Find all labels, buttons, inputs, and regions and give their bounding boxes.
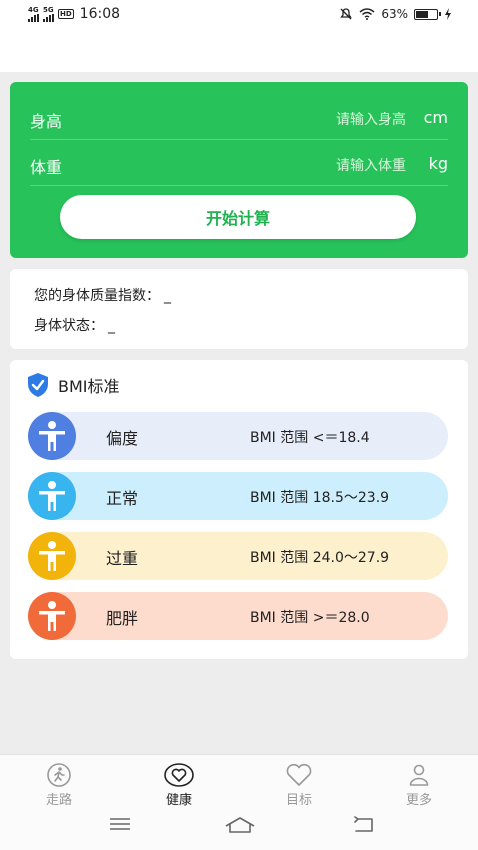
bmi-category-range: BMI 范围 18.5～23.9: [250, 490, 390, 506]
nav-item-walk[interactable]: 走路: [14, 763, 104, 808]
weight-label: 体重: [30, 158, 63, 177]
height-label: 身高: [30, 112, 63, 131]
bmi-category-range: BMI 范围 >＝28.0: [250, 610, 370, 626]
net-label-2: 5G: [43, 5, 54, 14]
wifi-icon: [359, 8, 375, 20]
input-card: 身高 cm 体重 kg 开始计算: [10, 82, 468, 258]
clock: 16:08: [79, 6, 121, 22]
body-status-line: 身体状态： _: [34, 315, 115, 335]
nav-item-more[interactable]: 更多: [374, 763, 464, 808]
status-left: 4G 5G HD 16:08: [28, 6, 120, 22]
body-status-value: _: [108, 318, 115, 334]
heart-circle-icon: [164, 763, 194, 787]
nav-item-health[interactable]: 健康: [134, 763, 224, 808]
bmi-category-range: BMI 范围 24.0～27.9: [250, 550, 390, 566]
bmi-standard-title: BMI标准: [26, 372, 120, 398]
net-label-1: 4G: [28, 5, 39, 14]
bmi-row-obese: 肥胖 BMI 范围 >＝28.0: [28, 592, 448, 640]
result-card: 您的身体质量指数： _ 身体状态： _: [10, 269, 468, 349]
bmi-category-name: 正常: [106, 489, 139, 508]
system-nav-bar: [0, 808, 478, 850]
nav-item-goal[interactable]: 目标: [254, 763, 344, 808]
mute-icon: [340, 8, 353, 20]
bmi-standard-title-text: BMI标准: [58, 377, 120, 396]
nav-label: 走路: [45, 793, 72, 808]
bmi-row-underweight: 偏度 BMI 范围 <＝18.4: [28, 412, 448, 460]
height-input[interactable]: [256, 112, 406, 128]
signal-bars-icon: [43, 13, 54, 22]
person-icon: [28, 592, 76, 640]
bmi-result-value: _: [164, 288, 171, 304]
bmi-result-line: 您的身体质量指数： _: [34, 285, 171, 305]
shield-check-icon: [28, 373, 48, 397]
person-icon: [28, 412, 76, 460]
status-right: 63%: [339, 7, 452, 21]
nav-label: 更多: [405, 793, 432, 808]
home-icon[interactable]: [224, 816, 256, 838]
walk-icon: [47, 763, 71, 787]
heart-icon: [286, 763, 312, 786]
start-calculate-button[interactable]: 开始计算: [60, 195, 416, 239]
height-unit: cm: [423, 108, 448, 127]
charging-icon: [445, 8, 451, 20]
bmi-row-normal: 正常 BMI 范围 18.5～23.9: [28, 472, 448, 520]
bmi-category-name: 偏度: [106, 429, 139, 448]
body-status-label: 身体状态：: [34, 318, 104, 334]
bmi-category-name: 肥胖: [106, 609, 139, 628]
bmi-category-name: 过重: [106, 549, 139, 568]
signal-bars-icon: [28, 13, 39, 22]
height-row: 身高 cm: [30, 96, 448, 140]
weight-input[interactable]: [256, 158, 406, 174]
menu-icon[interactable]: [108, 816, 132, 836]
person-outline-icon: [409, 764, 429, 786]
status-bar: 4G 5G HD 16:08 63%: [0, 0, 478, 72]
weight-unit: kg: [428, 154, 448, 173]
battery-icon: [414, 8, 441, 20]
nav-label: 目标: [285, 793, 312, 808]
bmi-result-label: 您的身体质量指数：: [34, 288, 160, 304]
person-icon: [28, 472, 76, 520]
nav-label: 健康: [165, 793, 192, 808]
battery-percent: 63%: [381, 7, 408, 21]
hd-badge: HD: [58, 9, 74, 19]
bmi-category-range: BMI 范围 <＝18.4: [250, 430, 370, 446]
signal-4g: 4G: [28, 5, 39, 22]
signal-5g: 5G: [43, 5, 54, 22]
bmi-standard-card: BMI标准 偏度 BMI 范围 <＝18.4 正常 BMI 范围 18.5～23…: [10, 360, 468, 659]
bmi-row-overweight: 过重 BMI 范围 24.0～27.9: [28, 532, 448, 580]
weight-row: 体重 kg: [30, 142, 448, 186]
back-icon[interactable]: [352, 816, 376, 838]
person-icon: [28, 532, 76, 580]
